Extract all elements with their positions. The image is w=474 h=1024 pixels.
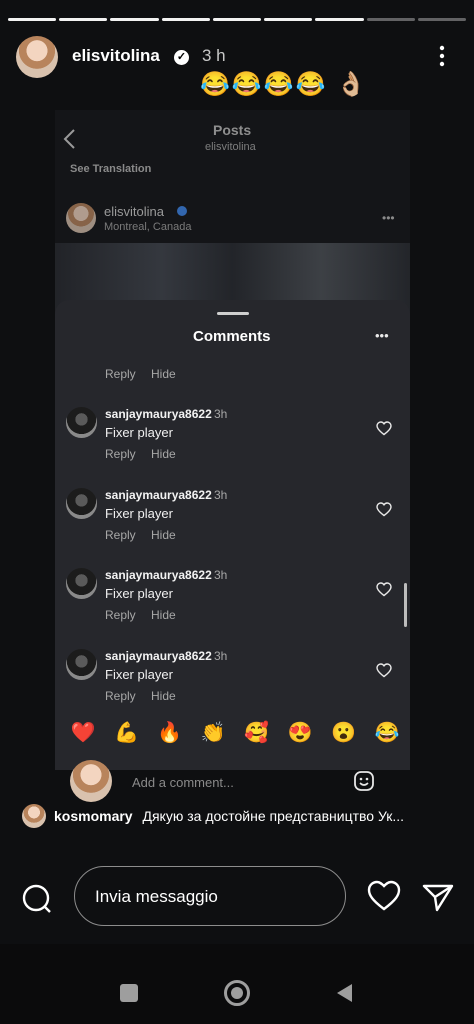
reply-link: Reply <box>105 528 136 542</box>
comment-text: Fixer player <box>105 586 173 601</box>
reply-link: Reply <box>105 608 136 622</box>
commenter-avatar <box>66 568 97 599</box>
reply-link: Reply <box>105 689 136 703</box>
progress-segment <box>315 18 364 21</box>
comment-heart-icon <box>376 663 392 678</box>
commenter-avatar <box>66 649 97 680</box>
progress-segment <box>8 18 57 21</box>
comments-more-icon: ••• <box>375 328 389 343</box>
search-icon[interactable] <box>20 882 54 921</box>
commenter-username: sanjaymaurya8622 <box>105 407 212 421</box>
progress-segment <box>264 18 313 21</box>
see-translation: See Translation <box>70 163 152 175</box>
comment-time: 3h <box>214 568 228 582</box>
reply-link: Reply <box>105 447 136 461</box>
progress-segment <box>161 18 210 21</box>
reaction-emoji: 🔥 <box>157 722 183 744</box>
hide-link: Hide <box>151 528 176 542</box>
commenter-avatar <box>66 407 97 438</box>
reaction-emoji: ❤️ <box>70 722 96 744</box>
message-placeholder: Invia messaggio <box>95 887 218 906</box>
sheet-handle <box>217 312 249 315</box>
mention-avatar[interactable] <box>22 804 46 828</box>
reaction-emoji: 😍 <box>287 722 313 744</box>
comment-heart-icon <box>376 502 392 517</box>
emoji-sticker: 😂😂😂😂 👌🏼 <box>200 71 369 98</box>
progress-segment <box>110 18 159 21</box>
comment-text: Fixer player <box>105 667 173 682</box>
story-time: 3 h <box>202 46 226 65</box>
reaction-emoji: 🥰 <box>244 722 270 744</box>
mention-username[interactable]: kosmomary <box>54 808 133 824</box>
post-location: Montreal, Canada <box>104 221 192 233</box>
mention-text: kosmomary Дякую за достойне представницт… <box>54 808 464 824</box>
comment-text: Fixer player <box>105 506 173 521</box>
commenter-username: sanjaymaurya8622 <box>105 488 212 502</box>
mention-caption: Дякую за достойне представництво Ук... <box>142 808 405 824</box>
progress-segment <box>59 18 108 21</box>
message-input[interactable]: Invia messaggio <box>74 866 346 926</box>
verified-icon: ✓ <box>174 50 189 65</box>
add-comment-input: Add a comment... <box>132 775 234 790</box>
hide-link: Hide <box>151 689 176 703</box>
comment-heart-icon <box>376 582 392 597</box>
post-verified-icon <box>177 206 187 216</box>
comment-avatar <box>70 760 112 802</box>
reaction-bar: ❤️ 💪 🔥 👏 🥰 😍 😮 😂 <box>70 722 400 744</box>
sticker-icon <box>353 770 375 797</box>
hide-link: Hide <box>151 447 176 461</box>
reaction-emoji: 😂 <box>374 722 400 744</box>
reply-link: Reply <box>105 367 136 381</box>
comments-title: Comments <box>193 328 271 345</box>
comment-time: 3h <box>214 488 228 502</box>
recents-button[interactable] <box>120 984 138 1002</box>
post-username: elisvitolina <box>104 204 164 219</box>
progress-segment <box>417 18 466 21</box>
back-arrow-icon <box>62 128 78 155</box>
commenter-username: sanjaymaurya8622 <box>105 568 212 582</box>
posts-title: Posts <box>213 122 252 138</box>
post-more-icon: ••• <box>382 211 395 225</box>
progress-segment <box>366 18 415 21</box>
reaction-emoji: 👏 <box>200 722 226 744</box>
post-avatar <box>66 203 96 233</box>
story-avatar[interactable] <box>16 36 58 78</box>
hide-link: Hide <box>151 608 176 622</box>
home-button[interactable] <box>224 980 250 1006</box>
progress-segment <box>212 18 262 21</box>
commenter-username: sanjaymaurya8622 <box>105 649 212 663</box>
hide-link: Hide <box>151 367 176 381</box>
comment-time: 3h <box>214 649 228 663</box>
commenter-avatar <box>66 488 97 519</box>
reaction-emoji: 💪 <box>113 722 139 744</box>
comments-scrollbar <box>404 583 407 627</box>
comment-text: Fixer player <box>105 425 173 440</box>
send-icon[interactable] <box>422 882 454 917</box>
more-options-icon[interactable] <box>432 43 452 69</box>
comment-heart-icon <box>376 421 392 436</box>
reaction-emoji: 😮 <box>331 722 356 744</box>
posts-subtitle: elisvitolina <box>205 141 256 153</box>
like-icon[interactable] <box>367 880 401 917</box>
comment-time: 3h <box>214 407 228 421</box>
story-progress <box>8 18 466 21</box>
back-button[interactable] <box>334 982 354 1009</box>
story-username[interactable]: elisvitolina <box>72 46 160 66</box>
